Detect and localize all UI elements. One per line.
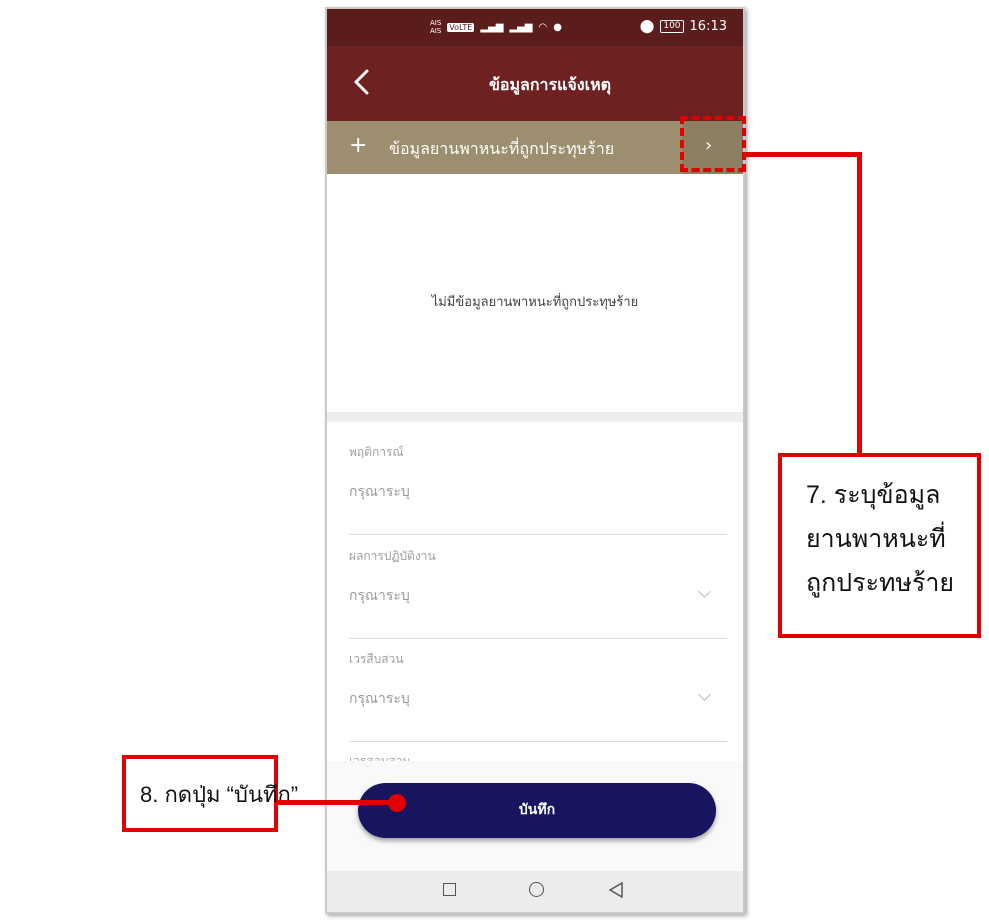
investigation-duty-select[interactable]: เวรสืบสวน กรุณาระบุ [349,650,727,742]
connector-line [745,152,861,157]
circumstance-field[interactable]: พฤติการณ์ กรุณาระบุ [349,443,727,535]
operation-result-select[interactable]: ผลการปฏิบัติงาน กรุณาระบุ [349,547,727,639]
step8-annotation: 8. กดปุ่ม “บันทึก” [122,755,298,832]
android-nav-bar [327,871,743,912]
signal-icon: ▂▄▆ [480,21,504,33]
annotation-line: 7. ระบุข้อมูล [806,481,941,509]
connector-line [857,152,862,455]
page-title: ข้อมูลการแจ้งเหตุ [488,75,612,94]
field-placeholder[interactable]: กรุณาระบุ [349,688,410,710]
field-label: พฤติการณ์ [349,445,404,459]
pointer-dot [388,794,406,812]
section-divider [327,412,743,422]
carrier-labels: AIS AIS [430,19,441,35]
home-icon[interactable] [529,882,544,897]
vehicle-empty-message: ไม่มีข้อมูลยานพาหนะที่ถูกประทุษร้าย [431,295,639,310]
chevron-down-icon[interactable] [698,585,711,598]
carrier-top: AIS [430,19,442,27]
annotation-text: 8. กดปุ่ม “บันทึก” [140,782,299,807]
signal-icon-2: ▂▄▆ [509,21,533,33]
plus-icon[interactable]: + [349,133,367,159]
line-app-icon: ● [553,21,562,33]
status-bar: AIS AIS VoLTE ▂▄▆ ▂▄▆ ◠ ● ⬤ 100 16:13 [327,9,743,46]
annotation-line: ถูกประทษร้าย [806,569,955,597]
status-left: AIS AIS VoLTE ▂▄▆ ▂▄▆ ◠ ● [430,19,562,35]
field-placeholder[interactable]: กรุณาระบุ [349,585,410,607]
recent-apps-icon[interactable] [443,883,456,896]
nav-back-icon[interactable] [609,882,623,898]
battery-icon: 100 [660,20,684,33]
highlight-expand-button [680,116,746,172]
status-right: ⬤ 100 16:13 [640,19,727,34]
volte-badge: VoLTE [447,22,475,32]
vehicle-section-title: ข้อมูลยานพาหนะที่ถูกประทุษร้าย [389,139,615,158]
save-button[interactable]: บันทึก [358,783,716,838]
chevron-down-icon[interactable] [698,688,711,701]
annotation-line: ยานพาหนะที่ [806,525,946,553]
wifi-icon: ◠ [538,21,548,33]
step7-annotation: 7. ระบุข้อมูล ยานพาหนะที่ ถูกประทษร้าย [778,453,981,638]
field-placeholder[interactable]: กรุณาระบุ [349,481,410,503]
field-label: เวรสืบสวน [349,652,404,666]
app-bar: ข้อมูลการแจ้งเหตุ [327,46,743,121]
location-icon: ⬤ [639,19,655,34]
field-label: ผลการปฏิบัติงาน [349,549,436,563]
clock: 16:13 [689,19,727,34]
connector-line [276,800,396,805]
carrier-bottom: AIS [430,27,442,35]
